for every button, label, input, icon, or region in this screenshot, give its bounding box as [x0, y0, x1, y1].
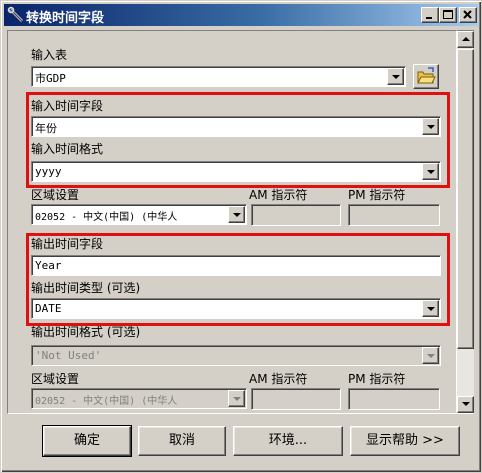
- title-bar[interactable]: 转换时间字段: [4, 4, 478, 26]
- show-help-button[interactable]: 显示帮助 >>: [350, 426, 460, 456]
- dropdown-arrow-icon: [233, 397, 241, 401]
- locale-dropdown-button[interactable]: [228, 206, 245, 223]
- vertical-scrollbar[interactable]: [457, 30, 474, 414]
- dialog-window: 转换时间字段 输入表 市GDP 输入时间字段 年份 输入时间格式 yyyy 区域…: [0, 0, 482, 473]
- ok-button[interactable]: 确定: [42, 425, 132, 457]
- output-am-designator-label: AM 指示符: [249, 372, 308, 386]
- input-table-label: 输入表: [31, 48, 68, 62]
- output-locale-value: 02052 - 中文(中国) (中华人: [35, 396, 178, 407]
- input-table-dropdown-button[interactable]: [387, 68, 404, 85]
- output-pm-designator-label: PM 指示符: [348, 372, 406, 386]
- dropdown-arrow-icon: [427, 170, 435, 174]
- am-designator-field[interactable]: [251, 204, 341, 226]
- input-time-format-dropdown-button[interactable]: [422, 163, 439, 180]
- parameters-panel: 输入表 市GDP 输入时间字段 年份 输入时间格式 yyyy 区域设置 AM 指…: [7, 30, 457, 414]
- input-table-combobox[interactable]: 市GDP: [31, 66, 406, 87]
- input-time-field-label: 输入时间字段: [31, 99, 104, 113]
- output-time-type-combobox[interactable]: DATE: [31, 298, 441, 319]
- dropdown-arrow-icon: [233, 213, 241, 217]
- output-time-field-value: Year: [35, 259, 62, 272]
- maximize-icon: [443, 10, 453, 19]
- input-time-field-dropdown-button[interactable]: [422, 118, 439, 135]
- browse-button[interactable]: [413, 64, 439, 89]
- output-time-format-value: 'Not Used': [35, 349, 102, 362]
- wrench-icon: [7, 6, 24, 23]
- scroll-up-button[interactable]: [457, 31, 474, 48]
- input-table-value: 市GDP: [35, 72, 66, 85]
- output-time-format-combobox: 'Not Used': [31, 345, 441, 366]
- input-time-format-value: yyyy: [35, 165, 62, 178]
- scroll-up-icon: [462, 37, 470, 41]
- minimize-icon: [426, 17, 432, 19]
- output-time-type-value: DATE: [35, 302, 62, 315]
- output-time-type-label: 输出时间类型 (可选): [31, 281, 141, 295]
- output-pm-designator-field: [348, 388, 440, 410]
- locale-value: 02052 - 中文(中国) (中华人: [35, 212, 178, 223]
- scroll-thumb[interactable]: [457, 49, 474, 349]
- pm-designator-field[interactable]: [348, 204, 440, 226]
- output-time-type-dropdown-button[interactable]: [422, 300, 439, 317]
- output-time-format-dropdown-button: [422, 347, 439, 364]
- output-locale-dropdown-button: [228, 390, 245, 407]
- cancel-button[interactable]: 取消: [138, 426, 226, 456]
- output-time-format-label: 输出时间格式 (可选): [31, 325, 141, 339]
- minimize-button[interactable]: [421, 7, 439, 23]
- input-time-field-combobox[interactable]: 年份: [31, 116, 441, 137]
- maximize-button[interactable]: [439, 7, 457, 23]
- input-time-field-value: 年份: [35, 122, 57, 135]
- locale-label: 区域设置: [31, 188, 80, 202]
- scroll-down-icon: [462, 402, 470, 406]
- output-am-designator-field: [251, 388, 341, 410]
- output-locale-combobox: 02052 - 中文(中国) (中华人: [31, 388, 247, 409]
- locale-combobox[interactable]: 02052 - 中文(中国) (中华人: [31, 204, 247, 225]
- input-time-format-label: 输入时间格式: [31, 142, 104, 156]
- dropdown-arrow-icon: [427, 307, 435, 311]
- input-time-format-combobox[interactable]: yyyy: [31, 161, 441, 182]
- output-time-field-label: 输出时间字段: [31, 237, 104, 251]
- folder-open-icon: [417, 67, 436, 84]
- am-designator-label: AM 指示符: [249, 188, 308, 202]
- close-button[interactable]: [459, 7, 477, 23]
- output-locale-label: 区域设置: [31, 372, 80, 386]
- pm-designator-label: PM 指示符: [348, 188, 406, 202]
- dropdown-arrow-icon: [427, 125, 435, 129]
- environments-button[interactable]: 环境...: [233, 426, 343, 456]
- close-icon: [463, 10, 472, 19]
- dropdown-arrow-icon: [392, 75, 400, 79]
- scroll-down-button[interactable]: [457, 396, 474, 413]
- window-title: 转换时间字段: [26, 11, 105, 26]
- output-time-field-input[interactable]: Year: [31, 255, 441, 276]
- dropdown-arrow-icon: [427, 354, 435, 358]
